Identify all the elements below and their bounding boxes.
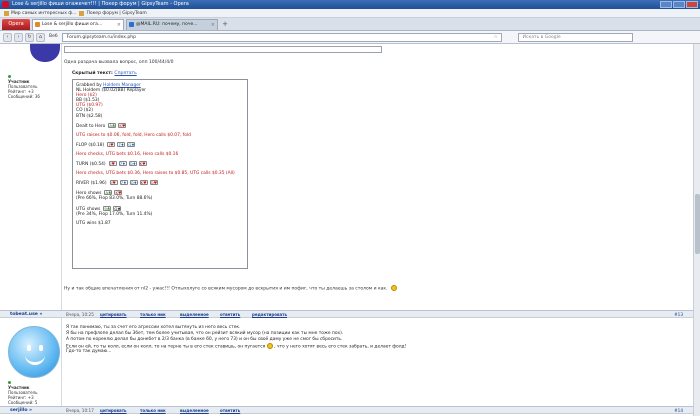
new-tab-button[interactable]: + [220, 20, 230, 30]
close-window-button[interactable] [686, 1, 698, 8]
post-date: Вчера, 10:25 [66, 312, 94, 317]
tab-mail[interactable]: @MAIL.RU: почему, поче... × [126, 19, 218, 30]
post2-profile: Участник Пользователь Рейтинг: +3 Сообще… [0, 380, 37, 405]
scrollbar-thumb[interactable] [695, 194, 700, 254]
post3-header: serjillo » Вчера, 10:17 цитировать тольк… [0, 406, 693, 414]
reply-button[interactable]: ответить [220, 408, 240, 413]
card-icon: Q♥ [149, 180, 158, 186]
post-number[interactable]: #13 [674, 311, 683, 318]
address-bar: ‹ › ↻ ⌂ Веб Forum.gipsyteam.ru/index.php… [0, 31, 700, 44]
browser-window: Lose & serjillo фиши огажечет!!! | Покер… [0, 0, 700, 416]
post2-author-column: Участник Пользователь Рейтинг: +3 Сообще… [0, 318, 62, 407]
online-status-icon [8, 381, 11, 384]
post1-author-column: Участник Пользователь Рейтинг: +3 Сообще… [0, 44, 62, 312]
smiley-icon [390, 285, 397, 291]
card-icon: K♥ [139, 180, 148, 186]
avatar-eye [27, 345, 31, 351]
post-author-link[interactable]: serjillo » [10, 407, 32, 414]
post1-profile: Участник Пользователь Рейтинг: +3 Сообще… [0, 74, 40, 99]
card-icon: K♥ [118, 122, 127, 128]
forward-arrow-icon[interactable]: › [14, 32, 23, 42]
post-author-link[interactable]: tobeat.use » [10, 311, 42, 318]
maximize-button[interactable] [673, 1, 685, 8]
card-icon: J♥ [108, 161, 117, 167]
card-icon: Q♦ [128, 161, 137, 167]
bookmark-item[interactable]: Покер форум | GipsyTeam [79, 10, 147, 16]
back-arrow-icon[interactable]: ‹ [3, 32, 12, 42]
hidden-text-header: Скрытый текст: Спрятать [72, 71, 137, 76]
card-icon: J♥ [109, 180, 118, 186]
card-icon: K♥ [114, 190, 123, 196]
post2-header: tobeat.use » Вчера, 10:25 цитировать тол… [0, 310, 693, 318]
bookmark-icon [4, 10, 9, 16]
bookmarks-bar: Мир самых интересных ф... Покер форум | … [0, 9, 700, 18]
selected-quote-button[interactable]: выделенное [180, 408, 209, 413]
window-controls [660, 1, 698, 8]
page-content: Участник Пользователь Рейтинг: +3 Сообще… [0, 44, 693, 416]
card-icon: J♥ [107, 141, 116, 147]
tab-close-icon[interactable]: × [211, 20, 215, 30]
card-icon: A♣ [104, 190, 113, 196]
tab-gipsyteam[interactable]: Lose & serjillo фиши ога... × [32, 19, 124, 30]
card-icon: A♣ [108, 122, 117, 128]
title-bar: Lose & serjillo фиши огажечет!!! | Покер… [0, 0, 700, 9]
window-title: Lose & serjillo фиши огажечет!!! | Покер… [12, 1, 189, 7]
post2-line: Гдо-то так думаю... [66, 349, 112, 354]
only-nick-button[interactable]: только ник [140, 312, 166, 317]
quote-button[interactable]: цитировать [100, 408, 127, 413]
quote-button[interactable]: цитировать [100, 312, 127, 317]
vertical-scrollbar[interactable] [693, 44, 700, 416]
post1-body: Одна раздача вызвала вопрос, опп 100/44/… [62, 44, 693, 312]
card-icon: 7♦ [119, 180, 128, 186]
avatar [8, 326, 60, 378]
tab-favicon-icon [35, 22, 40, 27]
hand-history-box: Grabbed by Holdem Manager NL Holdem ($0.… [72, 79, 248, 269]
bookmark-icon [79, 10, 85, 16]
card-icon: Q♦ [129, 180, 138, 186]
post1-closing-text: Ну и так общие впечатления от nl2 - ужас… [64, 285, 397, 292]
tab-close-icon[interactable]: × [117, 20, 121, 30]
opera-logo-icon [2, 1, 9, 8]
bookmark-item[interactable]: Мир самых интересных ф... [4, 10, 76, 16]
scared-smiley-icon [266, 343, 273, 349]
selected-quote-button[interactable]: выделенное [180, 312, 209, 317]
card-icon: K♥ [138, 161, 147, 167]
bookmark-star-icon[interactable]: ☆ [494, 34, 498, 41]
card-icon: Q♠ [113, 205, 122, 211]
card-icon: 7♦ [118, 161, 127, 167]
post-number[interactable]: #14 [674, 407, 683, 414]
home-icon[interactable]: ⌂ [36, 32, 45, 42]
search-input[interactable]: Искать в Google [517, 32, 633, 42]
reply-button[interactable]: ответить [220, 312, 240, 317]
quote-input[interactable] [64, 46, 382, 53]
post-question: Одна раздача вызвала вопрос, опп 100/44/… [64, 60, 174, 65]
online-status-icon [8, 75, 11, 78]
opera-menu-button[interactable]: Opera [2, 19, 30, 30]
card-icon: 9♣ [103, 205, 112, 211]
card-icon: Q♦ [127, 141, 136, 147]
tab-favicon-icon [129, 22, 134, 27]
avatar-eye [39, 345, 43, 351]
post2-line: Если он ей, то ты колл, если он колл, то… [66, 343, 407, 350]
post-date: Вчера, 10:17 [66, 408, 94, 413]
edit-button[interactable]: редактировать [252, 312, 287, 317]
web-site-info-button[interactable]: Веб [47, 33, 60, 42]
url-input[interactable]: Forum.gipsyteam.ru/index.php ☆ [61, 32, 502, 42]
minimize-button[interactable] [660, 1, 672, 8]
card-icon: 7♦ [117, 141, 126, 147]
only-nick-button[interactable]: только ник [140, 408, 166, 413]
tab-bar: Opera Lose & serjillo фиши ога... × @MAI… [0, 18, 700, 31]
hide-link[interactable]: Спрятать [114, 71, 136, 76]
reload-icon[interactable]: ↻ [25, 32, 34, 42]
avatar [30, 44, 60, 62]
avatar-mouth [25, 355, 45, 365]
